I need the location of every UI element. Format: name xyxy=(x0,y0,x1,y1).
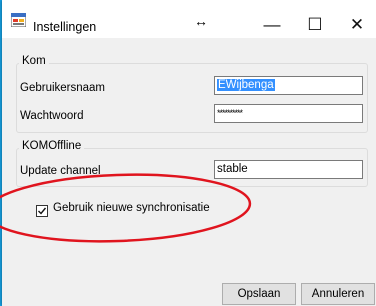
dialog-client-area: Kom Gebruikersnaam EWijbenga Wachtwoord … xyxy=(2,38,376,306)
update-channel-label: Update channel xyxy=(20,165,101,177)
sync-checkbox-label[interactable]: Gebruik nieuwe synchronisatie xyxy=(53,202,210,214)
username-label: Gebruikersnaam xyxy=(20,82,106,94)
settings-window: Instellingen ↔ — ☐ ✕ Kom Gebruikersnaam … xyxy=(2,0,376,306)
komoffline-group-label: KOMOffline xyxy=(19,140,85,152)
title-bar[interactable]: Instellingen ↔ — ☐ ✕ xyxy=(2,0,376,38)
save-button[interactable]: Opslaan xyxy=(222,283,296,305)
username-value: EWijbenga xyxy=(217,79,275,91)
password-label: Wachtwoord xyxy=(20,110,84,122)
password-field[interactable]: ********** xyxy=(214,104,363,123)
maximize-button[interactable]: ☐ xyxy=(300,14,330,36)
close-button[interactable]: ✕ xyxy=(342,14,372,36)
window-title: Instellingen xyxy=(33,20,97,34)
cancel-button[interactable]: Annuleren xyxy=(301,283,375,305)
password-value: ********** xyxy=(217,108,243,118)
resize-arrows-icon: ↔ xyxy=(194,13,208,29)
app-form-icon xyxy=(11,13,26,27)
kom-group-label: Kom xyxy=(19,55,49,67)
update-channel-value: stable xyxy=(217,163,248,175)
sync-checkbox[interactable] xyxy=(36,205,48,217)
checkmark-icon xyxy=(38,207,47,215)
update-channel-field[interactable]: stable xyxy=(214,160,363,179)
minimize-button[interactable]: — xyxy=(257,14,287,36)
username-field[interactable]: EWijbenga xyxy=(214,76,363,95)
